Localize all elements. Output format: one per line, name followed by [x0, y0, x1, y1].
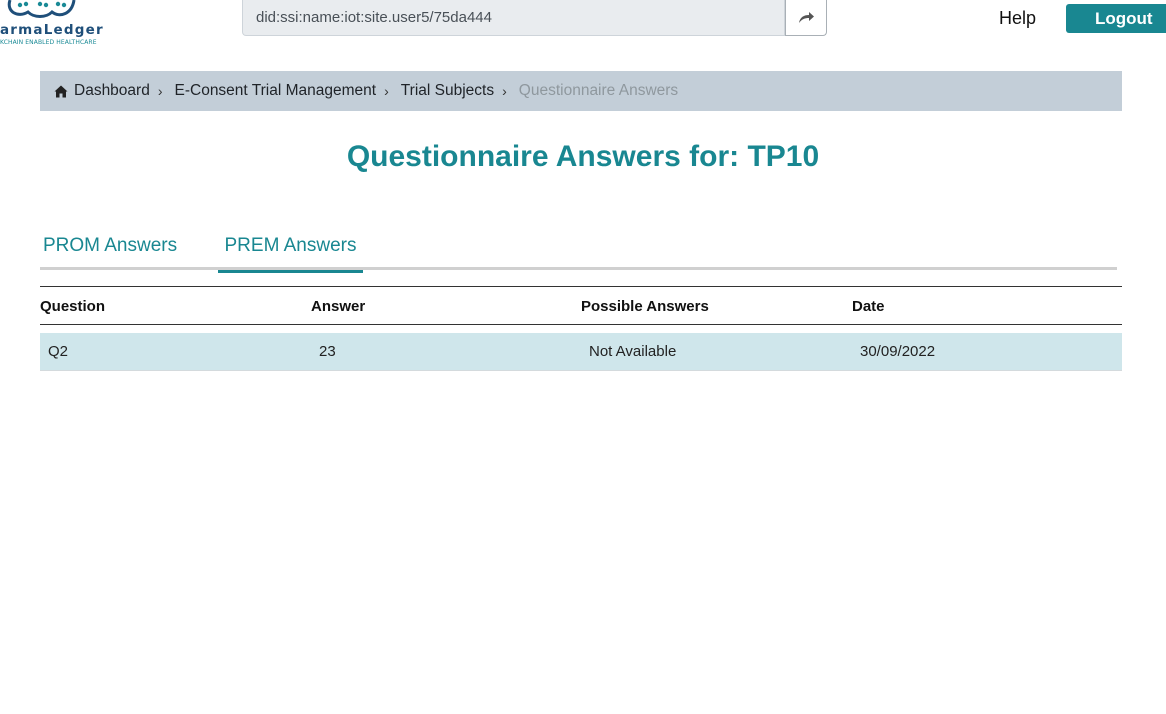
breadcrumb-econsent-trial-management[interactable]: E-Consent Trial Management: [175, 82, 377, 100]
breadcrumb-chevron-icon: ›: [502, 83, 507, 99]
share-arrow-icon: [798, 12, 814, 23]
cell-date: 30/09/2022: [860, 343, 936, 360]
home-icon: [54, 85, 68, 97]
page-title: Questionnaire Answers for: TP10: [346, 140, 820, 173]
share-did-button[interactable]: [785, 0, 827, 36]
column-header-answer: Answer: [311, 298, 366, 315]
tab-prem-answers[interactable]: PREM Answers: [218, 235, 363, 273]
breadcrumb-questionnaire-answers: Questionnaire Answers: [518, 82, 679, 99]
help-link[interactable]: Help: [999, 8, 1036, 29]
breadcrumb-chevron-icon: ›: [157, 83, 163, 99]
column-header-possible-answers: Possible Answers: [581, 298, 709, 315]
cell-possible-answers: Not Available: [589, 343, 677, 360]
column-header-date: Date: [852, 298, 885, 315]
cell-question: Q2: [48, 343, 69, 360]
cell-answer: 23: [319, 343, 336, 360]
table-row[interactable]: Q2 23 Not Available 30/09/2022: [40, 333, 1122, 371]
logo-text: armaLedger: [0, 22, 104, 38]
breadcrumb-dashboard[interactable]: Dashboard: [74, 82, 150, 100]
app-logo[interactable]: armaLedger KCHAIN ENABLED HEALTHCARE: [0, 0, 110, 50]
breadcrumb-chevron-icon: ›: [384, 83, 389, 99]
logout-button[interactable]: Logout: [1066, 4, 1166, 33]
did-bar: did:ssi:name:iot:site.user5/75da444: [242, 0, 827, 36]
breadcrumb-trial-subjects[interactable]: Trial Subjects: [401, 82, 494, 100]
tab-prom-answers[interactable]: PROM Answers: [43, 235, 177, 257]
logo-tagline: KCHAIN ENABLED HEALTHCARE: [0, 39, 97, 46]
answers-table: Question Answer Possible Answers Date Q2…: [40, 286, 1122, 371]
table-header: Question Answer Possible Answers Date: [40, 286, 1122, 325]
logo-mark-icon: [7, 0, 76, 18]
breadcrumb: Dashboard › E-Consent Trial Management ›…: [40, 71, 1122, 111]
answer-tabs: PROM Answers PREM Answers: [40, 229, 1117, 273]
column-header-question: Question: [40, 298, 106, 315]
did-field[interactable]: did:ssi:name:iot:site.user5/75da444: [242, 0, 785, 36]
